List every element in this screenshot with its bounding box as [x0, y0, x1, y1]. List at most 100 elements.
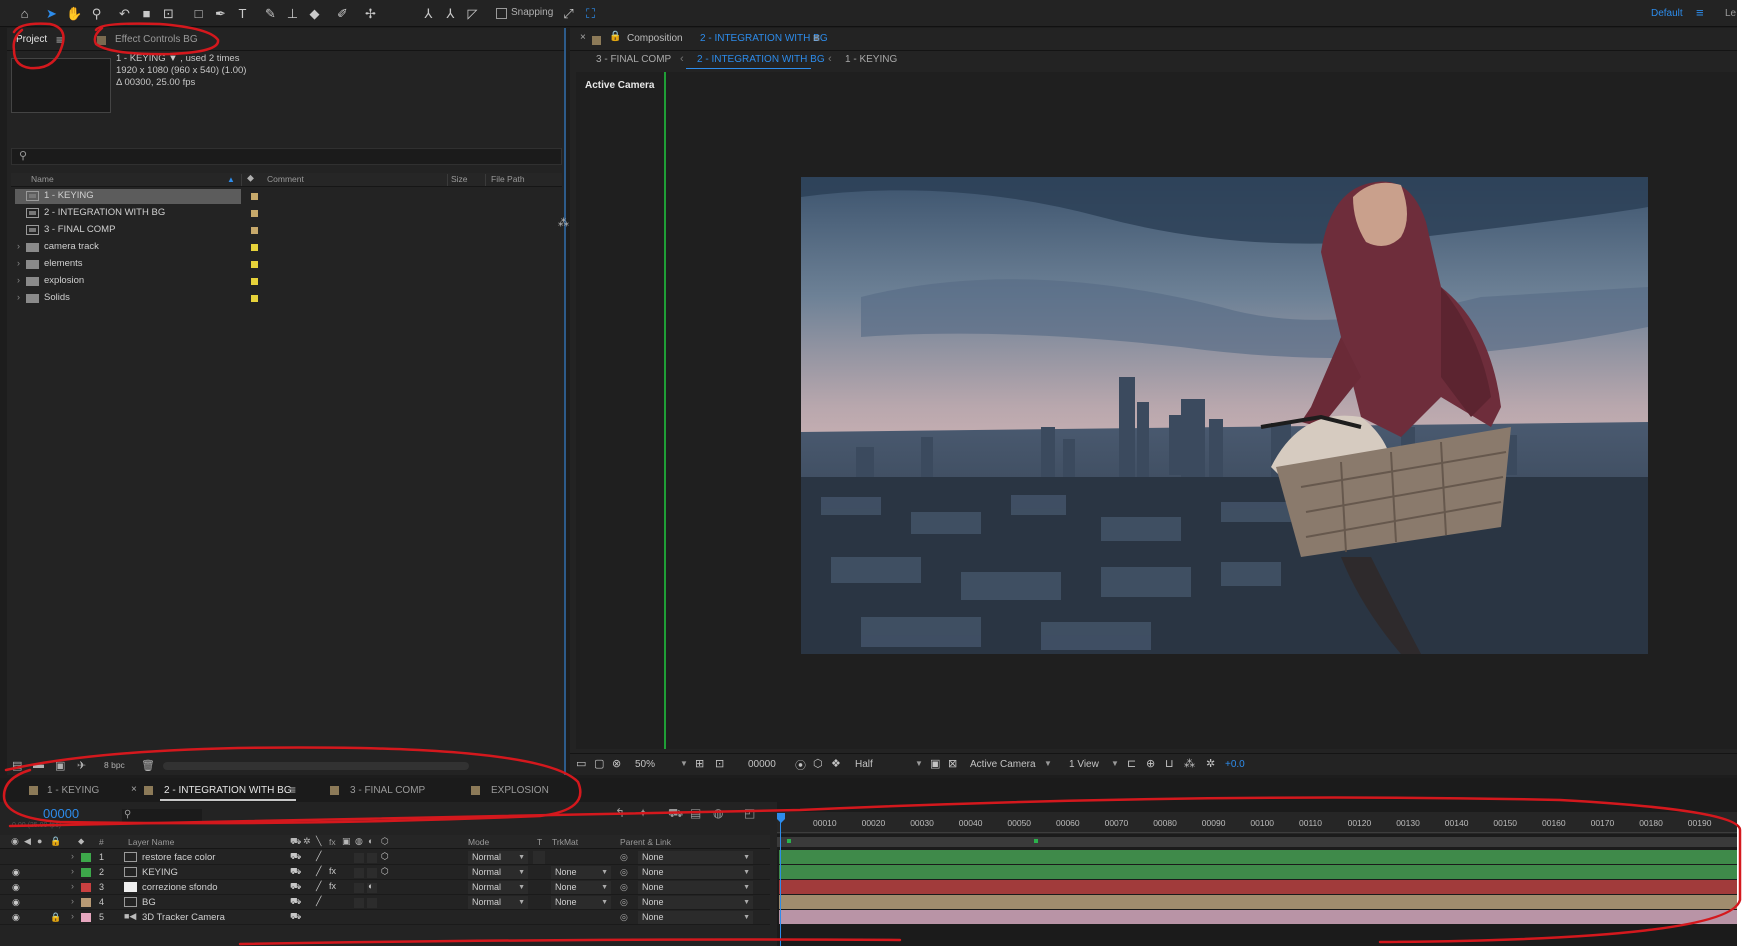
- label-color-swatch[interactable]: [81, 868, 91, 877]
- adjustment-layer-icon[interactable]: ◐: [368, 836, 373, 846]
- project-item-cell[interactable]: 1 - KEYING: [15, 189, 241, 204]
- layer-duration-bar[interactable]: [779, 880, 1737, 894]
- shy-switch-icon[interactable]: ⛟: [290, 911, 301, 923]
- column-trkmat[interactable]: TrkMat: [552, 837, 578, 847]
- parent-select[interactable]: None ▼: [638, 896, 753, 909]
- current-time-line[interactable]: [780, 822, 781, 946]
- clone-stamp-tool-icon[interactable]: ⊥: [284, 5, 301, 22]
- project-item-cell[interactable]: › explosion: [15, 274, 241, 289]
- zoom-select[interactable]: 50%: [635, 759, 655, 770]
- layer-duration-bar[interactable]: [779, 850, 1737, 864]
- motion-blur-icon[interactable]: ◍: [355, 836, 363, 847]
- motion-blur-switch[interactable]: [354, 898, 364, 908]
- region-of-interest-icon[interactable]: ⊡: [715, 757, 724, 770]
- new-composition-icon[interactable]: ▣: [55, 759, 65, 772]
- label-color-swatch[interactable]: [251, 244, 258, 251]
- project-item-cell[interactable]: 3 - FINAL COMP: [15, 223, 241, 238]
- effects-switch-icon[interactable]: fx: [329, 837, 336, 847]
- draft-3d-icon[interactable]: ✦: [638, 806, 648, 820]
- motion-blur-switch[interactable]: [354, 853, 364, 863]
- layer-name[interactable]: restore face color: [142, 852, 215, 863]
- label-color-swatch[interactable]: [251, 227, 258, 234]
- layer-row[interactable]: ◉ › 4 BG ⛟ ╱ Normal ▼ None ▼ ◎ None ▼: [0, 895, 770, 910]
- rotate-tool-icon[interactable]: ↶: [116, 5, 133, 22]
- tab-integration-with-bg[interactable]: 2 - INTEGRATION WITH BG: [164, 785, 292, 796]
- pick-whip-icon[interactable]: ◎: [620, 912, 628, 923]
- label-color-swatch[interactable]: [251, 278, 258, 285]
- parent-select[interactable]: None ▼: [638, 866, 753, 879]
- label-tag-icon[interactable]: ⬥: [247, 173, 254, 184]
- label-color-swatch[interactable]: [81, 853, 91, 862]
- camera-view-select[interactable]: Active Camera: [970, 759, 1036, 770]
- view-layout-select[interactable]: 1 View: [1069, 759, 1099, 770]
- project-item[interactable]: 3 - FINAL COMP: [11, 223, 562, 238]
- fast-preview-icon[interactable]: ▣: [930, 757, 940, 770]
- work-area-marker[interactable]: [1034, 839, 1038, 843]
- track-matte-select[interactable]: None ▼: [551, 866, 611, 879]
- chevron-right-icon[interactable]: ›: [17, 275, 20, 285]
- project-item[interactable]: › elements: [11, 257, 562, 272]
- composition-title[interactable]: 2 - INTEGRATION WITH BG: [700, 33, 828, 44]
- label-color-swatch[interactable]: [251, 193, 258, 200]
- workspace-default[interactable]: Default: [1651, 8, 1683, 19]
- chevron-right-icon[interactable]: ›: [17, 258, 20, 268]
- composition-frame[interactable]: [801, 177, 1648, 654]
- workspace-menu-icon[interactable]: ≡: [1696, 5, 1704, 20]
- view-axis-icon[interactable]: ◸: [464, 5, 481, 22]
- lock-icon[interactable]: 🔒: [609, 31, 621, 42]
- trash-icon[interactable]: 🗑: [141, 759, 155, 772]
- pick-whip-icon[interactable]: ◎: [620, 882, 628, 893]
- chevron-right-icon[interactable]: ›: [17, 292, 20, 302]
- 3d-layer-icon[interactable]: ⬡: [381, 836, 389, 847]
- close-icon[interactable]: ×: [580, 32, 586, 43]
- pen-tool-icon[interactable]: ✒: [212, 5, 229, 22]
- breadcrumb-keying[interactable]: 1 - KEYING: [845, 54, 897, 65]
- project-scrollbar[interactable]: [163, 762, 469, 770]
- selected-item-name[interactable]: 1 - KEYING ▼ , used 2 times: [116, 53, 239, 64]
- current-time[interactable]: 00000: [43, 806, 79, 821]
- track-matte-select[interactable]: None ▼: [551, 896, 611, 909]
- layer-row[interactable]: ◉ › 2 KEYING ⛟ ╱ fx ⬡ Normal ▼ None ▼ ◎ None ▼: [0, 865, 770, 880]
- channel-icon[interactable]: ❖: [831, 757, 841, 770]
- layer-row[interactable]: ◉ › 3 correzione sfondo ⛟ ╱ fx ◐ Normal ▼ None ▼ ◎ No…: [0, 880, 770, 895]
- solo-switch-icon[interactable]: ●: [37, 836, 42, 846]
- layer-mode-select[interactable]: Normal ▼: [468, 866, 528, 879]
- extended-viewer-icon[interactable]: ⊔: [1165, 757, 1174, 770]
- motion-blur-switch[interactable]: [354, 883, 364, 893]
- composition-mini-flowchart-icon[interactable]: ↰: [615, 806, 625, 820]
- chevron-right-icon[interactable]: ›: [71, 911, 74, 921]
- layer-name[interactable]: 3D Tracker Camera: [142, 912, 225, 923]
- preserve-transparency-box[interactable]: [533, 851, 545, 864]
- project-panel-menu-icon[interactable]: ≡: [56, 31, 63, 49]
- flowchart-icon[interactable]: ⁂: [1184, 757, 1195, 770]
- local-axis-icon[interactable]: ⅄: [420, 5, 437, 22]
- resolution-select[interactable]: Half: [855, 759, 873, 770]
- motion-blur-switch[interactable]: [354, 868, 364, 878]
- project-item-cell[interactable]: › camera track: [15, 240, 241, 255]
- chevron-right-icon[interactable]: ›: [71, 881, 74, 891]
- quality-switch-icon[interactable]: ╱: [316, 851, 321, 862]
- always-preview-icon[interactable]: ▭: [576, 757, 586, 770]
- label-color-swatch[interactable]: [81, 898, 91, 907]
- tab-keying[interactable]: 1 - KEYING: [47, 785, 99, 796]
- effects-switch-icon[interactable]: fx: [329, 866, 336, 876]
- lock-icon[interactable]: 🔒: [50, 836, 61, 847]
- tab-project[interactable]: Project: [16, 31, 47, 49]
- chevron-right-icon[interactable]: ›: [71, 851, 74, 861]
- eye-icon[interactable]: ◉: [12, 897, 20, 908]
- snapshot-icon[interactable]: ⦿: [795, 757, 806, 773]
- adjustment-switch[interactable]: [367, 898, 377, 908]
- snap-options-icon[interactable]: ⤢: [560, 5, 577, 22]
- shy-switch-icon[interactable]: ⛟: [290, 881, 301, 893]
- layer-mode-select[interactable]: Normal ▼: [468, 881, 528, 894]
- shape-tool-icon[interactable]: □: [190, 5, 207, 22]
- monitor-icon[interactable]: ▢: [594, 757, 604, 770]
- project-item[interactable]: 1 - KEYING: [11, 189, 562, 204]
- guide-line[interactable]: [664, 72, 666, 749]
- transparency-grid-icon[interactable]: ⊠: [948, 757, 957, 770]
- render-queue-icon[interactable]: ✈: [77, 759, 86, 772]
- tab-effect-controls[interactable]: Effect Controls BG: [115, 31, 198, 49]
- quality-switch-icon[interactable]: ╱: [316, 866, 321, 877]
- project-item-cell[interactable]: 2 - INTEGRATION WITH BG: [15, 206, 241, 221]
- eye-icon[interactable]: ◉: [12, 882, 20, 893]
